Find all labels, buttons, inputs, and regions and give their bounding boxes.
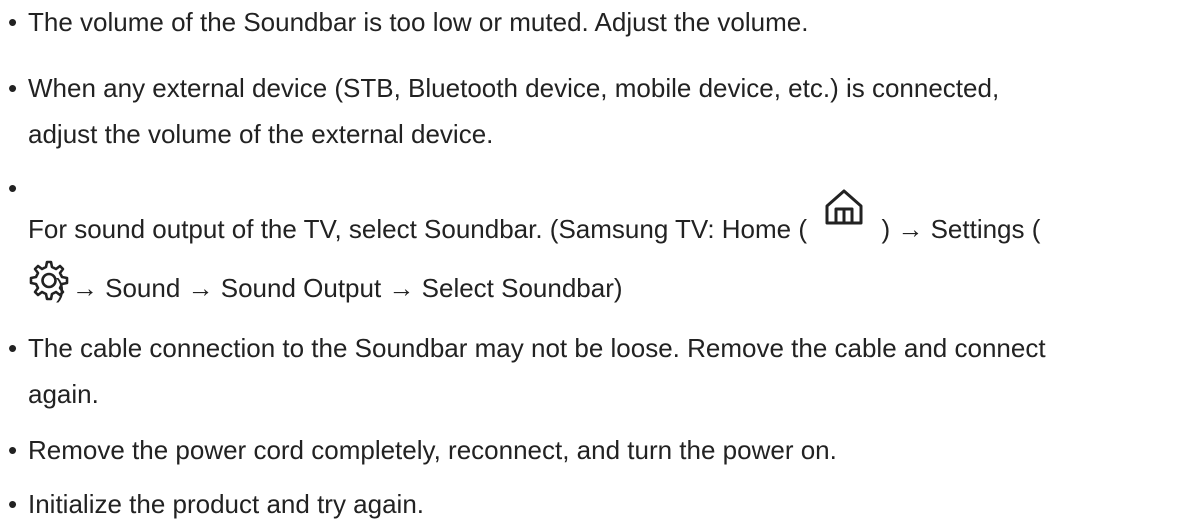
list-item: • The volume of the Soundbar is too low …: [8, 2, 1170, 42]
item-text-part-1: For sound output of the TV, select Sound…: [28, 214, 815, 244]
bullet: •: [8, 333, 18, 363]
list-item: • The cable connection to the Soundbar m…: [8, 328, 1170, 414]
bullet: •: [8, 435, 18, 465]
item-text-line-1: The cable connection to the Soundbar may…: [28, 333, 1046, 363]
item-text: The volume of the Soundbar is too low or…: [28, 7, 809, 37]
troubleshooting-list: • The volume of the Soundbar is too low …: [0, 0, 1190, 524]
item-text-part-3: ) → Sound → Sound Output → Select Soundb…: [56, 273, 623, 303]
item-text-line-1: When any external device (STB, Bluetooth…: [28, 73, 1000, 103]
item-text-line-2: adjust the volume of the external device…: [28, 119, 494, 149]
item-text: Remove the power cord completely, reconn…: [28, 435, 837, 465]
bullet: •: [8, 7, 18, 37]
list-item-body: For sound output of the TV, select Sound…: [8, 189, 1170, 249]
list-item: • When any external device (STB, Bluetoo…: [8, 68, 1170, 154]
list-item: • Remove the power cord completely, reco…: [8, 430, 1170, 470]
item-text-part-2: ) → Settings (: [874, 214, 1041, 244]
bullet: •: [8, 73, 18, 103]
item-text-line-2: again.: [28, 379, 99, 409]
home-icon: [825, 189, 863, 225]
bullet: •: [8, 489, 18, 519]
list-item: • Initialize the product and try again.: [8, 484, 1170, 524]
item-text: Initialize the product and try again.: [28, 489, 425, 519]
list-item-body-line-2: ) → Sound → Sound Output → Select Soundb…: [8, 260, 1170, 308]
gear-icon: [29, 260, 69, 301]
